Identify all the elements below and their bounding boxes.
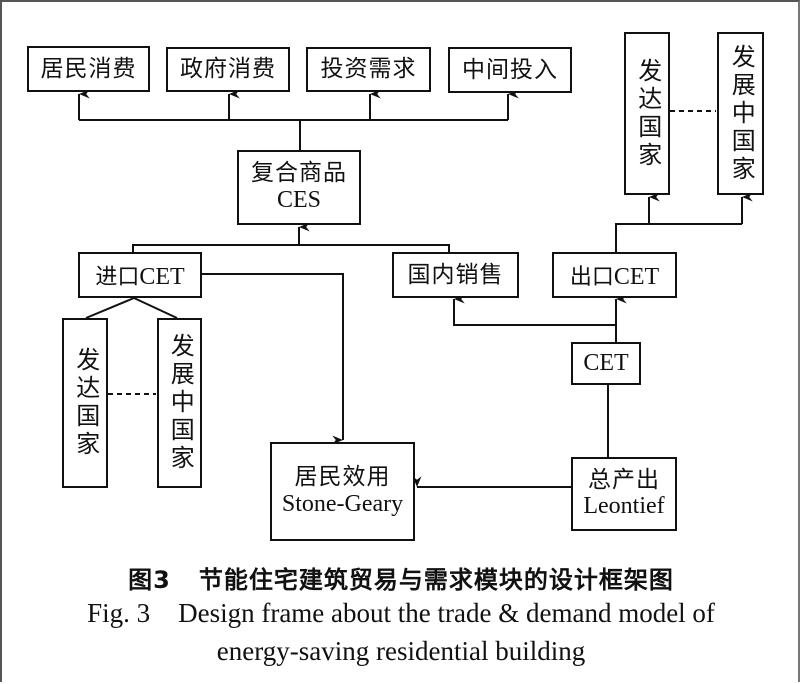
household-consumption-box: 居民消费 [27,46,150,92]
cet-box: CET [571,342,641,385]
caption-english-line1: Fig. 3 Design frame about the trade & dem… [0,598,802,629]
caption-chinese: 图3 节能住宅建筑贸易与需求模块的设计框架图 [0,560,802,595]
caption-en-title-line1: Design frame about the trade & demand mo… [178,598,715,628]
domestic-sales-box: 国内销售 [392,252,519,298]
imports-to-utility-line [201,273,344,445]
imports-label: 进口 [95,265,140,290]
import-developing-countries-box: 发展中国家 [157,318,202,488]
import-developed-countries-label: 发达国家 [71,347,100,459]
government-consumption-label: 政府消费 [180,56,276,83]
exports-bus [615,223,742,252]
cet-label: CET [583,349,629,376]
caption-zh-number: 图3 [128,566,171,594]
composite-goods-function: CES [276,186,321,213]
investment-demand-box: 投资需求 [306,47,431,92]
imports-function: CET [139,264,185,290]
export-developing-countries-box: 发展中国家 [717,32,764,195]
household-utility-box: 居民效用 Stone-Geary [270,442,415,541]
exports-cet-label: 出口CET [570,259,659,291]
imports-branch-developing [133,297,178,319]
household-utility-label: 居民效用 [294,464,391,491]
export-developing-countries-label: 发展中国家 [727,43,756,184]
total-output-label: 总产出 [588,466,660,493]
total-output-function: Leontief [583,493,665,520]
total-output-box: 总产出 Leontief [571,457,677,531]
exports-function: CET [613,264,660,290]
household-utility-function: Stone-Geary [281,490,404,517]
import-developing-countries-label: 发展中国家 [166,333,195,473]
imports-branch-developed [85,297,135,319]
composite-goods-box: 复合商品 CES [237,150,361,225]
caption-en-number: Fig. 3 [87,598,151,628]
exports-label: 出口 [569,265,614,290]
ces-input-bus [132,244,450,252]
imports-cet-label: 进口CET [95,259,184,291]
exports-cet-box: 出口CET [552,252,677,298]
import-developed-countries-box: 发达国家 [62,318,108,488]
export-developed-countries-label: 发达国家 [633,57,662,170]
investment-demand-label: 投资需求 [320,56,417,83]
arrow-to-domestic-sales [453,294,616,326]
household-consumption-label: 居民消费 [40,55,137,82]
intermediate-input-label: 中间投入 [462,56,558,83]
government-consumption-box: 政府消费 [166,47,290,92]
caption-en-title-line2: energy-saving residential building [216,636,586,666]
export-developed-countries-box: 发达国家 [624,32,670,195]
domestic-sales-label: 国内销售 [407,261,504,288]
composite-goods-label: 复合商品 [251,160,347,187]
intermediate-input-box: 中间投入 [448,47,572,93]
caption-zh-title: 节能住宅建筑贸易与需求模块的设计框架图 [198,566,674,594]
caption-english-line2: energy-saving residential building [0,636,802,667]
imports-cet-box: 进口CET [78,252,202,298]
